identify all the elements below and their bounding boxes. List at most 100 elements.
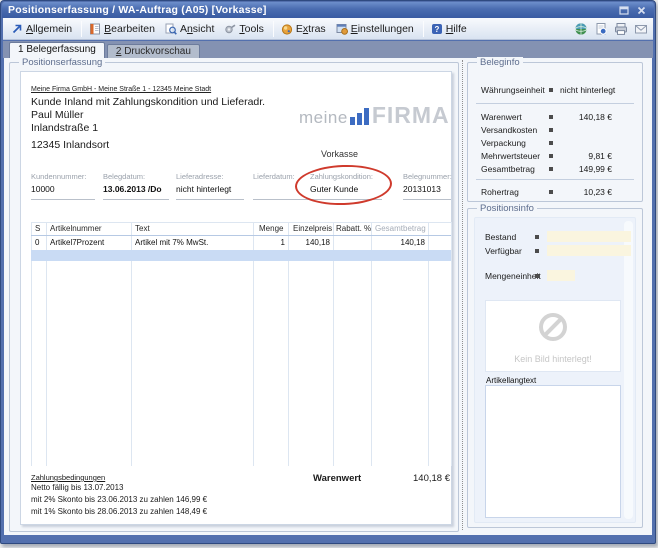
help-icon: ? xyxy=(431,23,443,35)
positions-table: S Artikelnummer Text Menge Einzelpreis R… xyxy=(31,222,451,466)
magnifier-page-icon xyxy=(165,23,177,35)
col-header-text[interactable]: Text xyxy=(135,224,150,233)
cell-text[interactable]: Artikel mit 7% MwSt. xyxy=(135,238,208,247)
cell-artikelnummer[interactable]: Artikel7Prozent xyxy=(50,238,104,247)
field-lieferdatum[interactable]: Lieferdatum: xyxy=(253,172,309,200)
beleginfo-row-verpackung: Verpackung xyxy=(468,138,642,150)
close-icon xyxy=(637,6,646,15)
separator-line xyxy=(476,103,634,104)
gear-wrench-icon xyxy=(224,23,236,35)
positionsinfo-row-bestand: Bestand xyxy=(475,232,635,244)
menu-extras[interactable]: Extras xyxy=(277,21,332,37)
crossed-circle-icon xyxy=(539,313,567,341)
menu-separator xyxy=(81,21,82,37)
group-label: Positionserfassung xyxy=(19,57,105,68)
menu-tools[interactable]: Tools xyxy=(220,21,270,37)
menu-bearbeiten[interactable]: Bearbeiten xyxy=(85,21,161,37)
tabstrip: 1 Belegerfassung 2 Druckvorschau xyxy=(3,41,653,58)
group-label: Beleginfo xyxy=(477,57,523,68)
field-belegdatum[interactable]: Belegdatum: 13.06.2013 /Do xyxy=(103,172,169,200)
col-header-einzelpreis[interactable]: Einzelpreis xyxy=(293,224,332,233)
equals-marker xyxy=(549,154,553,158)
field-lieferadresse[interactable]: Lieferadresse: nicht hinterlegt xyxy=(176,172,244,200)
cell-menge[interactable]: 1 xyxy=(253,238,285,247)
positionsinfo-group: Positionsinfo Bestand Verfügbar Mengenei… xyxy=(467,208,643,528)
field-zahlungskondition[interactable]: Zahlungskondition: Guter Kunde xyxy=(310,172,382,200)
equals-marker xyxy=(549,167,553,171)
arrow-ne-icon xyxy=(11,23,23,35)
separator-line xyxy=(476,179,634,180)
print-button[interactable] xyxy=(613,21,629,36)
document-export-icon xyxy=(594,22,608,36)
sender-line: Meine Firma GmbH - Meine Straße 1 - 1234… xyxy=(31,86,211,93)
scrollbar-track[interactable] xyxy=(624,221,633,519)
app-window: Positionserfassung / WA-Auftrag (A05) [V… xyxy=(0,0,656,544)
menu-allgemein[interactable]: Allgemein xyxy=(7,21,78,37)
positionsinfo-row-mengeneinheit: Mengeneinheit xyxy=(475,271,635,283)
notebook-icon xyxy=(89,23,101,35)
equals-marker xyxy=(549,190,553,194)
beleginfo-row-versandkosten: Versandkosten xyxy=(468,125,642,137)
equals-marker xyxy=(549,141,553,145)
menu-hilfe[interactable]: ? Hilfe xyxy=(427,21,473,37)
col-header-rabatt[interactable]: Rabatt. % xyxy=(336,224,371,233)
beleginfo-group: Beleginfo Währungseinheit nicht hinterle… xyxy=(467,62,643,202)
window-title: Positionserfassung / WA-Auftrag (A05) [V… xyxy=(8,4,267,16)
svg-text:?: ? xyxy=(434,25,439,34)
col-header-gesamtbetrag[interactable]: Gesamtbetrag xyxy=(375,224,426,233)
printer-icon xyxy=(614,22,628,36)
total-label: Warenwert xyxy=(313,473,361,484)
document-type: Vorkasse xyxy=(321,149,358,159)
col-header-s[interactable]: S xyxy=(35,224,40,233)
mengeneinheit-value-field xyxy=(547,270,575,281)
menu-ansicht[interactable]: Ansicht xyxy=(161,21,220,37)
total-value: 140,18 € xyxy=(370,473,450,484)
equals-marker xyxy=(549,115,553,119)
export-button[interactable] xyxy=(593,21,609,36)
equals-marker xyxy=(549,128,553,132)
menu-separator xyxy=(273,21,274,37)
address-line: Paul Müller xyxy=(31,109,84,121)
col-header-artikelnummer[interactable]: Artikelnummer xyxy=(50,224,102,233)
positionserfassung-group: Positionserfassung Meine Firma GmbH - Me… xyxy=(9,62,459,532)
window-gear-icon xyxy=(336,23,348,35)
menubar: Allgemein Bearbeiten Ansicht Tools Extra… xyxy=(3,18,653,40)
equals-marker xyxy=(535,274,539,278)
verfuegbar-value-field xyxy=(547,245,631,256)
tab-druckvorschau[interactable]: 2 Druckvorschau xyxy=(107,44,200,58)
field-kundennummer[interactable]: Kundennummer: 10000 xyxy=(31,172,95,200)
beleginfo-row-rohertrag: Rohertrag 10,23 € xyxy=(468,187,642,199)
group-label: Positionsinfo xyxy=(477,203,537,214)
restore-button[interactable] xyxy=(617,4,631,16)
logo-word1: meine xyxy=(299,109,348,126)
tab-belegerfassung[interactable]: 1 Belegerfassung xyxy=(9,42,105,58)
cell-s[interactable]: 0 xyxy=(35,238,39,247)
address-line: Kunde Inland mit Zahlungskondition und L… xyxy=(31,96,265,108)
address-city: 12345 Inlandsort xyxy=(31,139,109,151)
longtext-input[interactable] xyxy=(485,385,621,518)
col-header-menge[interactable]: Menge xyxy=(259,224,283,233)
beleginfo-row-gesamtbetrag: Gesamtbetrag 149,99 € xyxy=(468,164,642,176)
payment-terms-heading: Zahlungsbedingungen xyxy=(31,473,105,482)
globe-icon xyxy=(574,22,588,36)
close-button[interactable] xyxy=(634,4,648,16)
address-line: Inlandstraße 1 xyxy=(31,122,98,134)
menu-einstellungen[interactable]: Einstellungen xyxy=(332,21,420,37)
selected-empty-row[interactable] xyxy=(31,250,451,261)
payment-terms-line: Netto fällig bis 13.07.2013 xyxy=(31,483,124,492)
cell-gesamtbetrag[interactable]: 140,18 xyxy=(371,238,425,247)
content-area: Positionserfassung Meine Firma GmbH - Me… xyxy=(4,58,652,535)
payment-terms-line: mit 2% Skonto bis 23.06.2013 zu zahlen 1… xyxy=(31,495,207,504)
panel-divider[interactable] xyxy=(462,60,463,530)
payment-terms-line: mit 1% Skonto bis 28.06.2013 zu zahlen 1… xyxy=(31,507,207,516)
company-logo: meine FIRMA xyxy=(299,96,450,126)
equals-marker xyxy=(535,235,539,239)
mail-button[interactable] xyxy=(633,21,649,36)
equals-marker xyxy=(535,249,539,253)
beleginfo-row-waehrungseinheit: Währungseinheit nicht hinterlegt xyxy=(468,85,642,97)
positionsinfo-panel: Bestand Verfügbar Mengeneinheit Kein B xyxy=(474,217,636,523)
cell-einzelpreis[interactable]: 140,18 xyxy=(288,238,330,247)
no-image-text: Kein Bild hinterlegt! xyxy=(486,354,620,364)
globe-button[interactable] xyxy=(573,21,589,36)
field-belegnummer[interactable]: Belegnummer: 20131013 xyxy=(403,172,451,200)
